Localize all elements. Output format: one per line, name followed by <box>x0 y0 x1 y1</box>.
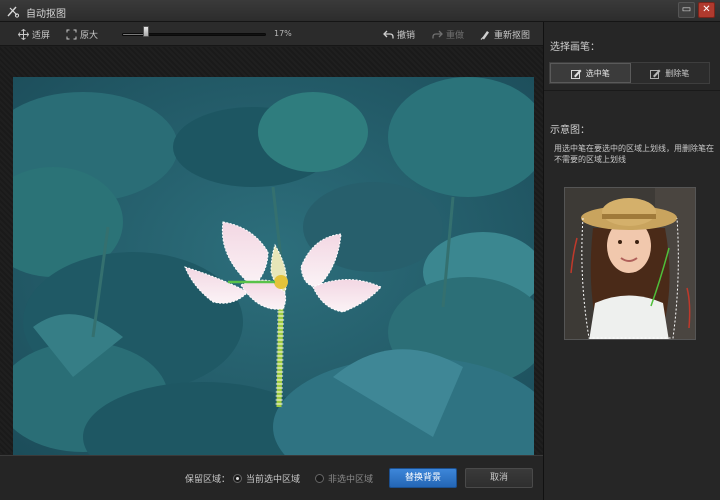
keep-non-selected-label: 非选中区域 <box>328 475 374 485</box>
panel-separator <box>544 90 720 91</box>
example-heading: 示意图： <box>550 125 590 136</box>
undo-icon <box>383 30 394 38</box>
undo-label: 撤销 <box>397 30 416 41</box>
fit-screen-label: 适屏 <box>32 30 51 41</box>
radio-selected-indicator <box>233 474 242 483</box>
bottom-bar: 保留区域： 当前选中区域 非选中区域 替换背景 取消 <box>0 455 543 500</box>
redo-icon <box>432 30 443 38</box>
zoom-level-text: 17% <box>274 29 292 38</box>
brush-selector: 选中笔 删除笔 <box>549 62 710 84</box>
delete-brush-label: 删除笔 <box>665 68 690 78</box>
reset-cutout-label: 重新抠图 <box>494 30 531 41</box>
example-image <box>564 187 696 340</box>
canvas-area[interactable] <box>0 47 543 470</box>
keep-current-selection-label: 当前选中区域 <box>246 475 301 485</box>
zoom-slider-thumb[interactable] <box>143 26 150 37</box>
brush-hint-text: 用选中笔在要选中的区域上划线，用删除笔在不需要的区域上划线 <box>554 144 714 164</box>
minimize-button[interactable]: ▭ <box>678 2 695 18</box>
select-brush-label: 选中笔 <box>585 68 610 78</box>
redo-label: 重做 <box>446 30 465 41</box>
delete-brush-icon <box>650 69 661 79</box>
replace-background-button[interactable]: 替换背景 <box>389 468 457 488</box>
brush-reset-icon <box>480 30 489 40</box>
brush-heading: 选择画笔： <box>550 42 600 53</box>
actual-size-button[interactable]: 原大 <box>66 27 98 41</box>
close-button[interactable]: ✕ <box>698 2 715 18</box>
scissors-icon <box>7 6 20 18</box>
girl-portrait-illustration <box>565 188 695 339</box>
cancel-button[interactable]: 取消 <box>465 468 533 488</box>
undo-button[interactable]: 撤销 <box>383 27 415 41</box>
lotus-photo[interactable] <box>13 77 534 470</box>
fit-screen-icon <box>18 28 29 40</box>
minimize-icon: ▭ <box>681 4 692 15</box>
redo-button[interactable]: 重做 <box>432 27 464 41</box>
reset-cutout-button[interactable]: 重新抠图 <box>480 27 530 41</box>
actual-size-icon <box>66 29 77 39</box>
delete-brush-button[interactable]: 删除笔 <box>631 63 710 83</box>
lotus-pond-image <box>13 77 534 470</box>
select-brush-button[interactable]: 选中笔 <box>550 63 631 83</box>
actual-size-label: 原大 <box>80 30 99 41</box>
close-icon: ✕ <box>702 4 711 15</box>
toolbar: 适屏 原大 17% 撤销 重做 重新抠图 <box>0 22 543 46</box>
title-bar: 自动抠图 ▭ ✕ <box>0 0 720 22</box>
right-panel: 选择画笔： 选中笔 删除笔 示意图： 用选中笔在要选中的区域上划线，用删除笔在不… <box>544 22 720 500</box>
keep-area-label: 保留区域： <box>185 475 231 485</box>
fit-screen-button[interactable]: 适屏 <box>18 27 50 41</box>
window-title: 自动抠图 <box>26 9 66 20</box>
select-brush-icon <box>570 69 582 79</box>
keep-non-selected-radio[interactable]: 非选中区域 <box>315 472 373 485</box>
keep-current-selection-radio[interactable]: 当前选中区域 <box>233 472 300 485</box>
radio-unselected-indicator <box>315 474 324 483</box>
